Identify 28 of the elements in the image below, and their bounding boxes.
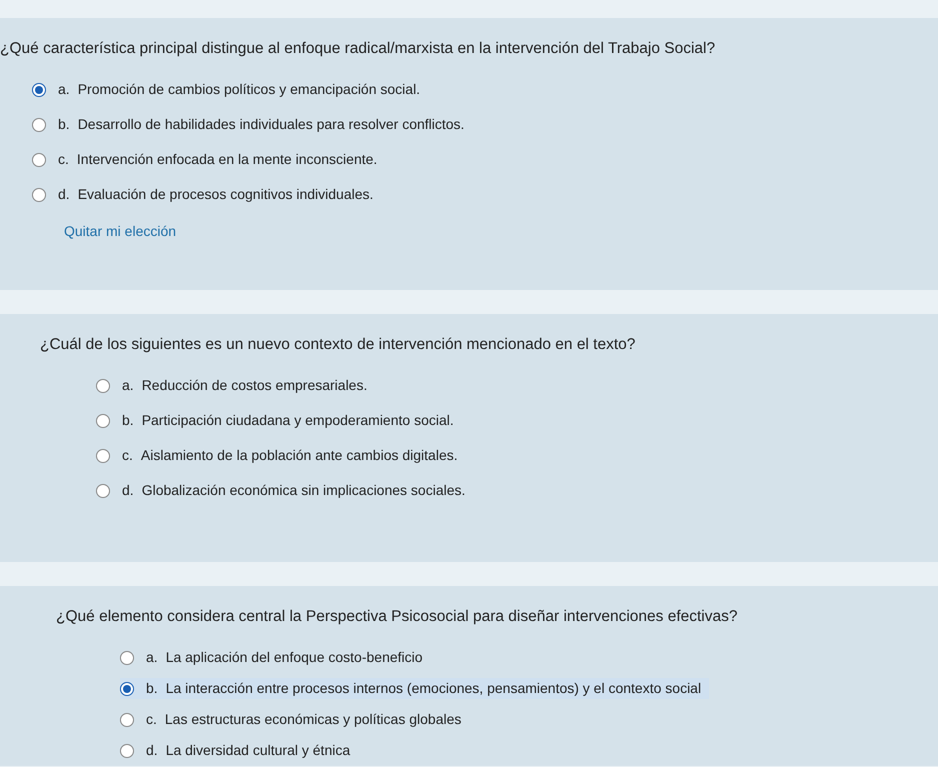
answer-option[interactable]: a. Promoción de cambios políticos y emancipación social. [32, 79, 428, 100]
radio-button[interactable] [96, 484, 110, 498]
question-text: ¿Cuál de los siguientes es un nuevo contexto de intervención mencionado en el texto? [40, 335, 636, 355]
radio-button[interactable] [120, 712, 134, 727]
radio-button[interactable] [32, 152, 46, 167]
radio-button[interactable] [120, 682, 134, 696]
radio-button[interactable] [96, 414, 110, 428]
answer-option[interactable]: c. Aislamiento de la población ante cambios digitales. [96, 445, 466, 466]
radio-button[interactable] [96, 448, 110, 463]
answer-option[interactable]: d. La diversidad cultural y étnica [120, 740, 358, 762]
question-text: ¿Qué característica principal distingue al enfoque radical/marxista en la intervención del Trabajo Social? [0, 39, 716, 59]
answer-option[interactable]: b. Participación ciudadana y empoderamiento social. [96, 410, 462, 432]
answer-option[interactable]: b. Desarrollo de habilidades individuales para resolver conflictos. [32, 114, 472, 136]
answer-option[interactable]: a. Reducción de costos empresariales. [96, 375, 376, 396]
answer-option[interactable]: c. Intervención enfocada en la mente inconsciente. [32, 149, 386, 170]
radio-button[interactable] [120, 744, 134, 758]
answer-option[interactable]: b. La interacción entre procesos internos (emociones, pensamientos) y el contexto social [120, 678, 710, 700]
answer-option[interactable]: d. Globalización económica sin implicaciones sociales. [96, 480, 474, 502]
radio-button[interactable] [32, 188, 46, 202]
radio-button[interactable] [32, 118, 46, 132]
answer-option[interactable]: a. La aplicación del enfoque costo-beneficio [120, 647, 431, 668]
clear-choice-link[interactable]: Quitar mi elección [64, 221, 176, 242]
question-text: ¿Qué elemento considera central la Perspectiva Psicosocial para diseñar intervenciones efectivas? [56, 607, 738, 627]
radio-button[interactable] [96, 378, 110, 393]
answer-option[interactable]: d. Evaluación de procesos cognitivos individuales. [32, 184, 382, 206]
radio-button[interactable] [120, 650, 134, 665]
radio-button[interactable] [32, 82, 46, 97]
answer-option[interactable]: c. Las estructuras económicas y políticas globales [120, 709, 470, 730]
